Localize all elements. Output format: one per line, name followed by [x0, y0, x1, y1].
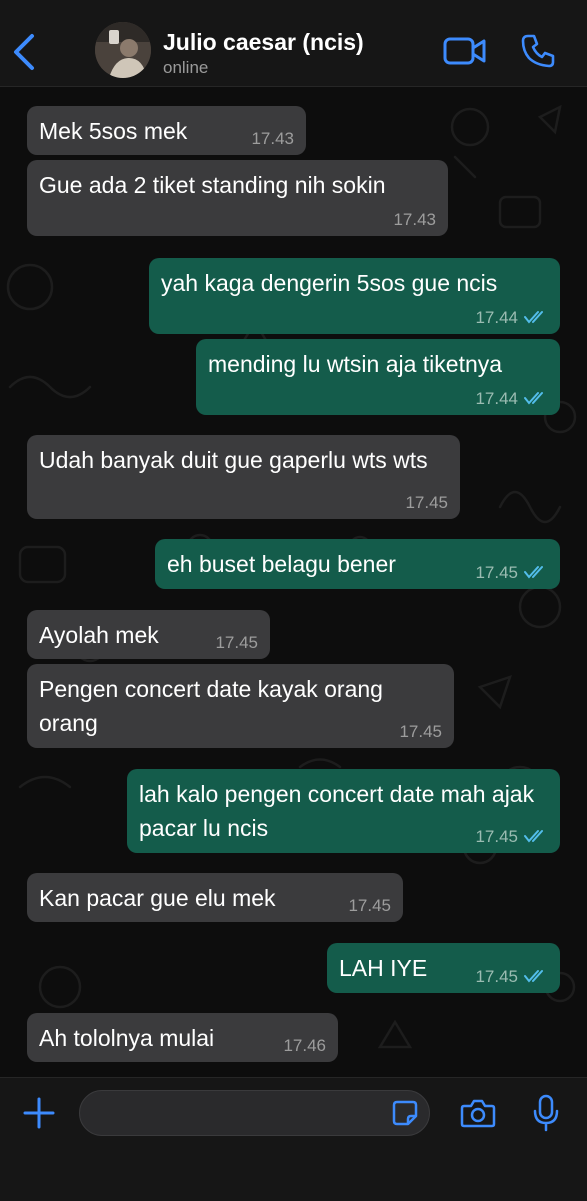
- message-time: 17.45: [215, 633, 258, 652]
- message-bubble-incoming[interactable]: Udah banyak duit gue gaperlu wts wts 17.…: [27, 435, 460, 519]
- message-text: mending lu wtsin aja tiketnya: [208, 351, 503, 377]
- message-text: Udah banyak duit gue gaperlu wts wts: [39, 447, 428, 473]
- message-text: Pengen concert date kayak orang orang: [39, 676, 383, 736]
- message-bubble-outgoing[interactable]: eh buset belagu bener 17.45: [155, 539, 560, 589]
- message-bubble-outgoing[interactable]: yah kaga dengerin 5sos gue ncis 17.44: [149, 258, 560, 334]
- message-input[interactable]: [79, 1090, 430, 1136]
- message-time: 17.43: [393, 210, 436, 229]
- microphone-icon[interactable]: [533, 1094, 559, 1132]
- message-bubble-outgoing[interactable]: mending lu wtsin aja tiketnya 17.44: [196, 339, 560, 415]
- message-bubble-incoming[interactable]: Ah tololnya mulai 17.46: [27, 1013, 338, 1062]
- message-time: 17.45: [405, 493, 448, 512]
- message-composer: [0, 1077, 587, 1201]
- message-bubble-incoming[interactable]: Ayolah mek 17.45: [27, 610, 270, 659]
- message-time: 17.44: [475, 308, 518, 327]
- sticker-icon[interactable]: [391, 1099, 419, 1127]
- message-time: 17.46: [283, 1036, 326, 1055]
- message-list[interactable]: Mek 5sos mek 17.43 Gue ada 2 tiket stand…: [0, 87, 587, 1077]
- avatar[interactable]: [95, 22, 151, 78]
- contact-name[interactable]: Julio caesar (ncis): [163, 29, 364, 56]
- message-bubble-outgoing[interactable]: lah kalo pengen concert date mah ajak pa…: [127, 769, 560, 853]
- message-time: 17.45: [399, 722, 442, 741]
- message-time: 17.43: [251, 129, 294, 148]
- message-text: Kan pacar gue elu mek: [39, 885, 276, 911]
- phone-icon[interactable]: [520, 33, 556, 69]
- chevron-left-icon[interactable]: [10, 32, 40, 72]
- video-camera-icon[interactable]: [443, 36, 487, 66]
- message-time: 17.45: [475, 563, 518, 582]
- message-text: yah kaga dengerin 5sos gue ncis: [161, 270, 498, 296]
- message-bubble-incoming[interactable]: Mek 5sos mek 17.43: [27, 106, 306, 155]
- message-bubble-incoming[interactable]: Pengen concert date kayak orang orang 17…: [27, 664, 454, 748]
- message-time: 17.45: [348, 896, 391, 915]
- contact-status: online: [163, 58, 209, 77]
- message-text: Gue ada 2 tiket standing nih sokin: [39, 172, 386, 198]
- read-receipt-icon: [524, 566, 543, 579]
- message-bubble-outgoing[interactable]: LAH IYE 17.45: [327, 943, 560, 993]
- message-time: 17.44: [475, 389, 518, 408]
- read-receipt-icon: [524, 970, 543, 983]
- read-receipt-icon: [524, 392, 543, 405]
- chat-header: Julio caesar (ncis) online: [0, 0, 587, 87]
- message-time: 17.45: [475, 967, 518, 986]
- read-receipt-icon: [524, 830, 543, 843]
- message-bubble-incoming[interactable]: Gue ada 2 tiket standing nih sokin 17.43: [27, 160, 448, 236]
- message-bubble-incoming[interactable]: Kan pacar gue elu mek 17.45: [27, 873, 403, 922]
- read-receipt-icon: [524, 311, 543, 324]
- message-time: 17.45: [475, 827, 518, 846]
- camera-icon[interactable]: [460, 1098, 496, 1128]
- plus-icon[interactable]: [22, 1096, 56, 1130]
